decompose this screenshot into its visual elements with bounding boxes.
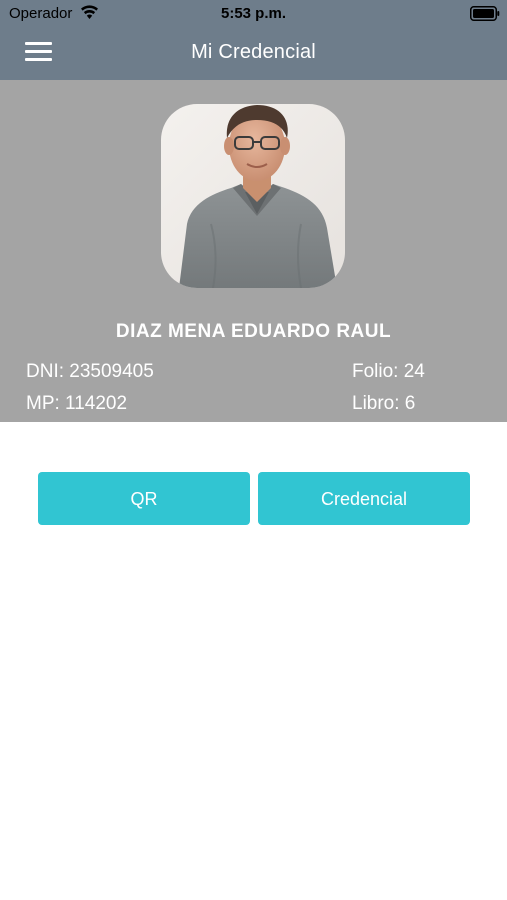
credential-screen: Operador 5:53 p.m. Mi Credencial DIAZ ME… xyxy=(0,0,507,900)
folio-value: Folio: 24 xyxy=(352,361,425,382)
page-title: Mi Credencial xyxy=(191,41,316,63)
battery-icon xyxy=(470,6,500,21)
libro-value: Libro: 6 xyxy=(352,393,416,414)
profile-photo xyxy=(161,104,345,288)
dni-value: DNI: 23509405 xyxy=(26,361,154,382)
qr-button[interactable]: QR xyxy=(38,472,250,525)
person-name: DIAZ MENA EDUARDO RAUL xyxy=(115,321,392,342)
top-bar: Operador 5:53 p.m. Mi Credencial xyxy=(0,0,507,80)
navigation-bar: Mi Credencial xyxy=(0,28,507,80)
avatar xyxy=(161,104,345,288)
mp-value: MP: 114202 xyxy=(26,393,128,414)
profile-panel: DIAZ MENA EDUARDO RAUL DNI: 23509405 MP:… xyxy=(0,80,507,422)
status-time: 5:53 p.m. xyxy=(220,5,287,22)
status-bar: Operador 5:53 p.m. xyxy=(0,0,507,28)
credential-button[interactable]: Credencial xyxy=(258,472,470,525)
